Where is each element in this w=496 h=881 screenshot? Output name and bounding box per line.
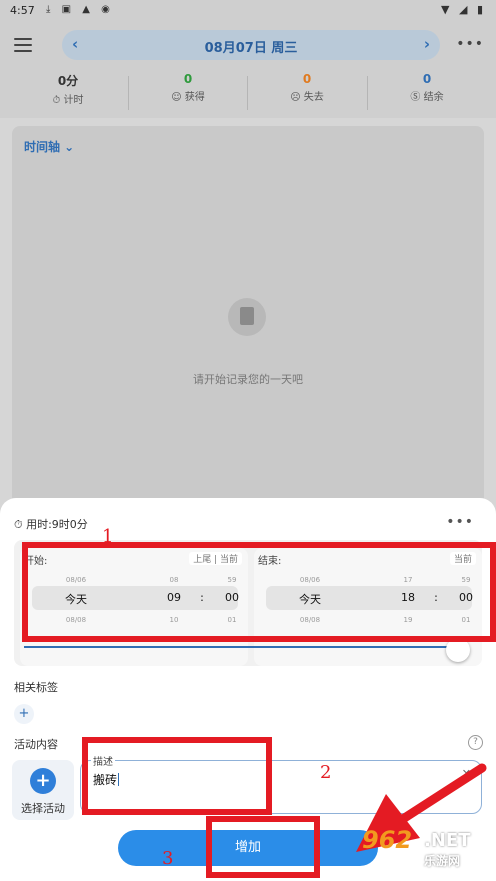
watermark-suffix: .NET <box>424 830 471 851</box>
annotation-arrow-icon <box>356 763 487 852</box>
watermark-subtitle: 乐游网 <box>424 854 461 868</box>
watermark-logo: 962 .NET 乐游网 <box>362 826 492 874</box>
watermark-brand: 962 <box>362 826 413 854</box>
